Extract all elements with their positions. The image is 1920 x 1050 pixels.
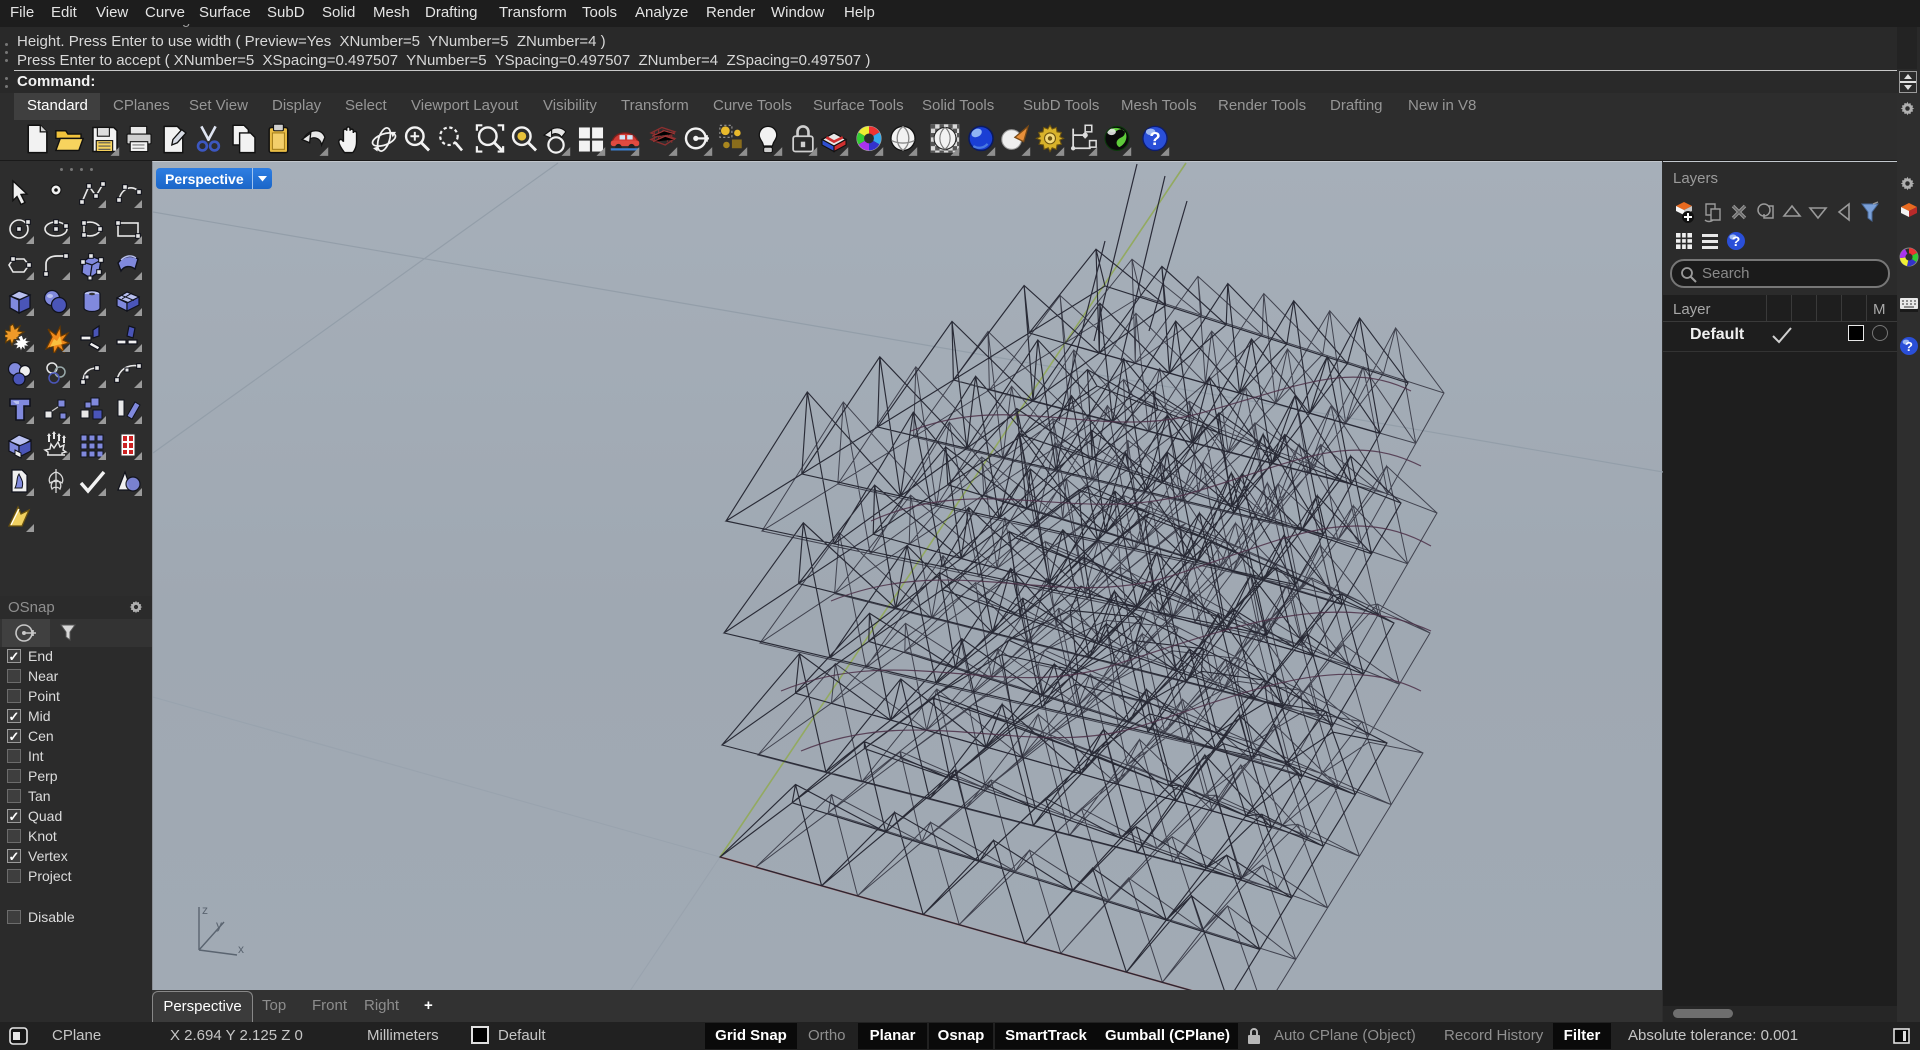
- svg-text:x: x: [238, 942, 244, 956]
- svg-text:y: y: [216, 918, 222, 932]
- svg-text:?: ?: [1732, 233, 1741, 249]
- svg-text:?: ?: [1905, 339, 1913, 354]
- svg-text:z: z: [202, 903, 208, 917]
- svg-text:?: ?: [1149, 128, 1160, 149]
